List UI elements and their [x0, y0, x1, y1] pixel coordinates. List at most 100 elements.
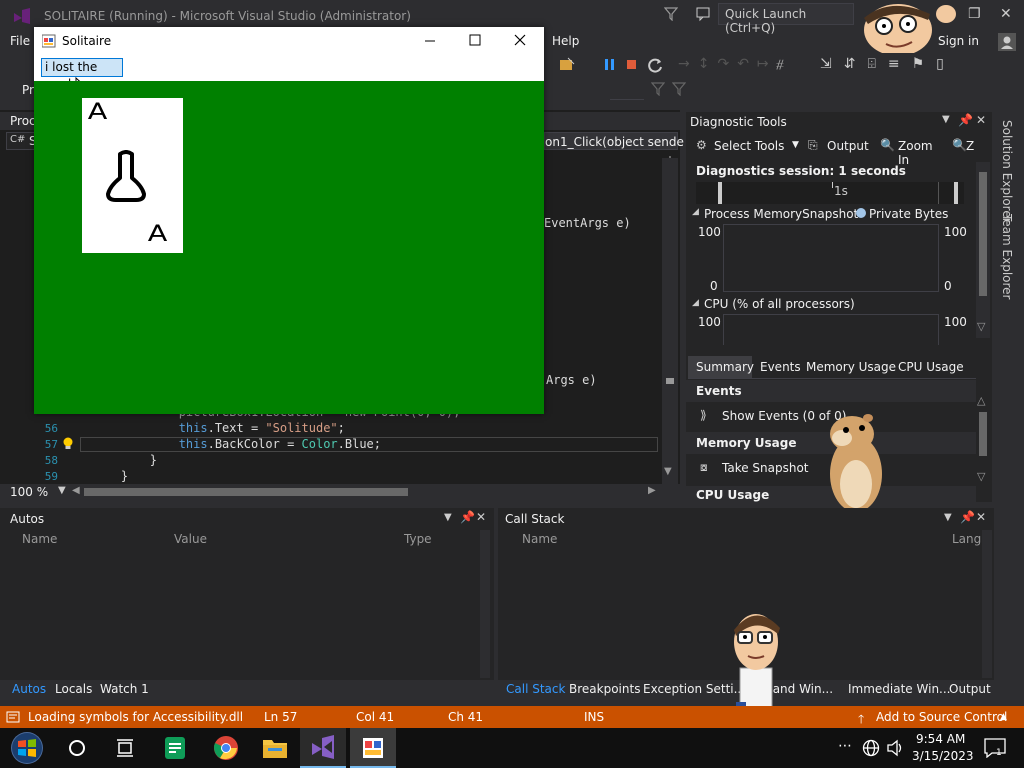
scroll-left-icon[interactable]: ◀ — [72, 485, 80, 496]
quick-launch-input[interactable]: Quick Launch (Ctrl+Q) — [718, 3, 854, 35]
tab-solution-explorer[interactable]: Solution Explorer — [1000, 120, 1014, 223]
add-to-source-control-button[interactable]: Add to Source Control — [876, 710, 1007, 724]
tab-team-explorer[interactable]: Team Explorer — [1000, 214, 1014, 300]
attach-icon[interactable] — [558, 56, 578, 74]
scroll-down-icon[interactable]: ▽ — [977, 320, 985, 333]
autos-scrollbar[interactable] — [480, 530, 490, 678]
account-avatar-icon[interactable] — [998, 33, 1016, 51]
cpu-chart[interactable] — [723, 314, 939, 345]
clock-time[interactable]: 9:54 AM — [916, 732, 965, 746]
tab-autos[interactable]: Autos — [12, 682, 46, 696]
thread-icon[interactable]: ⧣ — [776, 56, 784, 72]
taskbar-visual-studio[interactable] — [300, 728, 346, 768]
scroll-up-icon[interactable]: △ — [977, 394, 985, 407]
volume-icon[interactable] — [886, 739, 906, 757]
summary-scrollbar-thumb[interactable] — [979, 412, 987, 456]
column-header-type[interactable]: Type — [404, 532, 432, 546]
panel-dropdown-icon[interactable]: ▼ — [942, 114, 950, 125]
chevron-up-icon[interactable]: ▲ — [1000, 712, 1007, 722]
zoom-level[interactable]: 100 % — [10, 485, 48, 499]
windows-start-icon[interactable] — [8, 731, 46, 765]
events-section-header: Events — [686, 380, 976, 402]
zoom-in-button[interactable]: 🔍 Zoom In — [880, 138, 946, 167]
lost-card-button[interactable]: i lost the card — [41, 58, 123, 91]
column-header-name[interactable]: Name — [22, 532, 57, 546]
zoom-dropdown-icon[interactable]: ▼ — [58, 485, 66, 496]
tab-call-stack[interactable]: Call Stack — [506, 682, 565, 696]
network-globe-icon[interactable] — [862, 739, 880, 757]
editor-horizontal-scrollbar[interactable] — [84, 488, 408, 496]
feedback-icon[interactable] — [696, 6, 712, 22]
file-explorer-icon[interactable] — [262, 736, 288, 760]
timeline-ruler[interactable]: 1s — [696, 182, 964, 204]
scroll-down-icon[interactable]: ▼ — [664, 466, 672, 477]
tab-watch-1[interactable]: Watch 1 — [100, 682, 149, 696]
minimize-icon[interactable] — [424, 35, 436, 47]
tab-cpu-usage[interactable]: CPU Usage — [898, 360, 964, 374]
step-controls-icon[interactable]: →↕↷↶↦ — [678, 56, 777, 72]
target-dropdown[interactable] — [610, 83, 644, 100]
tab-events[interactable]: Events — [760, 360, 801, 374]
column-header-value[interactable]: Value — [174, 532, 207, 546]
restore-window-icon[interactable]: ❐ — [968, 6, 981, 22]
method-dropdown[interactable]: on1_Click(object sende — [544, 132, 684, 150]
diagnostics-scrollbar[interactable] — [976, 162, 990, 338]
close-icon[interactable] — [514, 34, 526, 46]
call-stack-scrollbar[interactable] — [982, 530, 992, 678]
select-tools-button[interactable]: ⚙ Select Tools ▼ — [696, 138, 799, 156]
editor-vertical-scrollbar[interactable] — [662, 158, 678, 484]
menu-help[interactable]: Help — [552, 34, 579, 48]
playing-card[interactable]: A A — [82, 98, 183, 253]
search-circle-icon[interactable] — [68, 739, 86, 757]
overflow-icon[interactable]: ⋯ — [838, 738, 852, 754]
sign-in-link[interactable]: Sign in — [938, 34, 979, 48]
tab-memory-usage[interactable]: Memory Usage — [806, 360, 896, 374]
solitaire-title-bar[interactable]: Solitaire — [34, 27, 544, 55]
filter-clear-icon[interactable] — [672, 82, 686, 96]
taskbar-solitaire[interactable] — [350, 728, 396, 768]
stop-icon[interactable] — [626, 59, 638, 71]
pause-icon[interactable] — [604, 58, 616, 72]
maximize-icon[interactable] — [469, 34, 481, 46]
close-panel-icon[interactable]: ✕ — [476, 510, 486, 524]
google-sheets-icon[interactable] — [164, 736, 186, 760]
zoom-out-button[interactable]: 🔍 Z — [952, 138, 976, 156]
panel-dropdown-icon[interactable]: ▼ — [944, 512, 952, 523]
collapse-icon[interactable]: ◢ — [692, 207, 699, 217]
chrome-icon[interactable] — [213, 735, 239, 761]
take-snapshot-link[interactable]: ⧇ Take Snapshot — [700, 460, 820, 478]
line-number: 59 — [44, 470, 58, 483]
tab-output[interactable]: Output — [949, 682, 991, 696]
pin-icon[interactable]: 📌 — [460, 510, 475, 524]
close-panel-icon[interactable]: ✕ — [976, 113, 986, 127]
layout-controls-icon[interactable]: ⇲⇵⌹≡⚑▯ — [820, 56, 956, 72]
memory-chart[interactable] — [723, 224, 939, 292]
filter-dim-icon[interactable] — [651, 82, 665, 96]
tab-immediate-window[interactable]: Immediate Win... — [848, 682, 951, 696]
tab-breakpoints[interactable]: Breakpoints — [569, 682, 640, 696]
filter-icon[interactable] — [664, 7, 678, 21]
column-header-name[interactable]: Name — [522, 532, 557, 546]
memory-axis-max: 100 — [698, 225, 721, 239]
menu-file[interactable]: File — [10, 34, 30, 48]
scroll-down-icon[interactable]: ▽ — [977, 470, 985, 483]
lightbulb-icon[interactable] — [62, 437, 74, 451]
tab-locals[interactable]: Locals — [55, 682, 92, 696]
output-button[interactable]: ⎘ Output — [808, 138, 869, 156]
clock-date[interactable]: 3/15/2023 — [912, 749, 974, 763]
status-message: Loading symbols for Accessibility.dll — [28, 710, 244, 724]
restart-icon[interactable] — [648, 57, 664, 73]
tab-summary[interactable]: Summary — [688, 356, 754, 378]
collapse-icon[interactable]: ◢ — [692, 298, 699, 308]
process-label: Proc — [10, 114, 36, 128]
column-header-lang[interactable]: Lang — [952, 532, 981, 546]
close-panel-icon[interactable]: ✕ — [976, 510, 986, 524]
notifications-icon[interactable] — [984, 738, 1006, 758]
panel-dropdown-icon[interactable]: ▼ — [444, 512, 452, 523]
close-window-icon[interactable]: ✕ — [1000, 6, 1012, 22]
zoom-out-icon: 🔍 — [952, 138, 967, 152]
pin-icon[interactable]: 📌 — [958, 113, 973, 127]
pin-icon[interactable]: 📌 — [960, 510, 975, 524]
task-view-icon[interactable] — [116, 738, 134, 758]
scroll-right-icon[interactable]: ▶ — [648, 485, 656, 496]
